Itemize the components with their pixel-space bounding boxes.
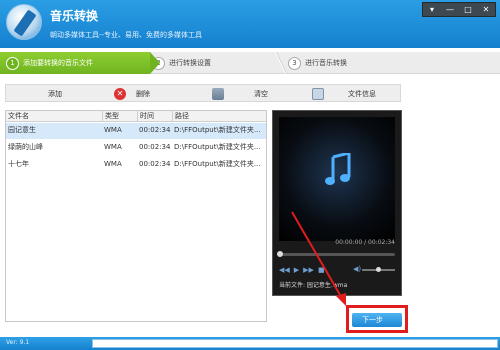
seek-bar[interactable] [277, 251, 395, 257]
row-time: 00:02:34 [139, 143, 171, 151]
seek-handle[interactable] [277, 251, 283, 257]
maximize-icon[interactable]: □ [459, 3, 477, 16]
row-path: D:\FFOutput\新建文件夹... [174, 143, 261, 151]
row-time: 00:02:34 [139, 160, 171, 168]
music-note-icon [325, 153, 351, 185]
status-bar: Ver: 9.1 [0, 337, 500, 350]
file-info-button-label: 文件信息 [348, 90, 376, 98]
current-file-label: 当前文件: 园记意生.wma [279, 282, 348, 289]
step-2[interactable]: 2 进行转换设置 [152, 52, 211, 74]
volume-handle[interactable] [376, 267, 381, 272]
file-info-button[interactable]: 文件信息 [312, 87, 376, 101]
step-1-number: 1 [6, 56, 19, 70]
row-type: WMA [104, 126, 122, 134]
row-path: D:\FFOutput\新建文件夹... [174, 126, 261, 134]
delete-icon: ✕ [114, 88, 126, 100]
step-3[interactable]: 3 进行音乐转换 [288, 52, 347, 74]
delete-button[interactable]: ✕ 删除 [114, 87, 150, 101]
step-1-label: 添加要转换的音乐文件 [23, 59, 93, 67]
play-icon[interactable]: ▶ [294, 266, 299, 274]
menu-dropdown-icon[interactable]: ▾ [423, 3, 441, 16]
column-header-name[interactable]: 文件名 [6, 111, 102, 122]
fast-forward-icon[interactable]: ▶▶ [303, 266, 314, 274]
close-icon[interactable]: ✕ [477, 3, 495, 16]
playback-controls: ◀◀ ▶ ▶▶ ■ [279, 266, 325, 274]
row-filename: 园记意生 [8, 126, 36, 134]
table-row[interactable]: 十七年 WMA 00:02:34 D:\FFOutput\新建文件夹... [6, 157, 266, 173]
file-list[interactable]: 文件名 类型 时间 路径 园记意生 WMA 00:02:34 D:\FFOutp… [5, 110, 267, 322]
row-time: 00:02:34 [139, 126, 171, 134]
toolbar: 添加 ✕ 删除 清空 文件信息 [5, 84, 401, 102]
trash-icon [212, 88, 224, 100]
add-button-label: 添加 [48, 90, 62, 98]
delete-button-label: 删除 [136, 90, 150, 98]
column-header-type[interactable]: 类型 [102, 111, 137, 122]
app-logo-icon [6, 4, 42, 40]
column-header-path[interactable]: 路径 [172, 111, 266, 122]
clear-button[interactable]: 清空 [212, 87, 268, 101]
status-field [92, 339, 498, 348]
file-info-icon [312, 88, 324, 100]
rewind-icon[interactable]: ◀◀ [279, 266, 290, 274]
app-subtitle: 朝动多媒体工具--专业、易用、免费的多媒体工具 [50, 31, 203, 39]
annotation-highlight-box [346, 305, 408, 333]
row-path: D:\FFOutput\新建文件夹... [174, 160, 261, 168]
player-screen [279, 117, 395, 241]
step-bar: 1 添加要转换的音乐文件 2 进行转换设置 3 进行音乐转换 [0, 52, 500, 74]
add-button[interactable]: 添加 [48, 87, 62, 101]
row-filename: 绿荫的山峰 [8, 143, 43, 151]
version-label: Ver: 9.1 [6, 339, 30, 346]
file-list-header: 文件名 类型 时间 路径 [6, 111, 266, 122]
window-controls: ▾ — □ ✕ [422, 2, 496, 17]
row-filename: 十七年 [8, 160, 29, 168]
table-row[interactable]: 绿荫的山峰 WMA 00:02:34 D:\FFOutput\新建文件夹... [6, 140, 266, 156]
clear-button-label: 清空 [254, 90, 268, 98]
row-type: WMA [104, 160, 122, 168]
player-timecode: 00:00:00 / 00:02:34 [335, 239, 395, 246]
table-row[interactable]: 园记意生 WMA 00:02:34 D:\FFOutput\新建文件夹... [6, 123, 266, 139]
media-player: 00:00:00 / 00:02:34 ◀◀ ▶ ▶▶ ■ ◀) 当前文件: 园… [272, 110, 402, 296]
title-bar: 音乐转换 朝动多媒体工具--专业、易用、免费的多媒体工具 ▾ — □ ✕ [0, 0, 500, 48]
column-header-time[interactable]: 时间 [137, 111, 172, 122]
volume-icon[interactable]: ◀) [353, 265, 361, 273]
step-1[interactable]: 1 添加要转换的音乐文件 [0, 52, 150, 74]
step-2-label: 进行转换设置 [169, 59, 211, 67]
app-title: 音乐转换 [50, 9, 99, 23]
stop-icon[interactable]: ■ [318, 266, 325, 274]
step-3-number: 3 [288, 56, 301, 70]
volume-slider[interactable] [362, 267, 395, 272]
minimize-icon[interactable]: — [441, 3, 459, 16]
row-type: WMA [104, 143, 122, 151]
step-arrow [150, 52, 160, 74]
step-3-label: 进行音乐转换 [305, 59, 347, 67]
